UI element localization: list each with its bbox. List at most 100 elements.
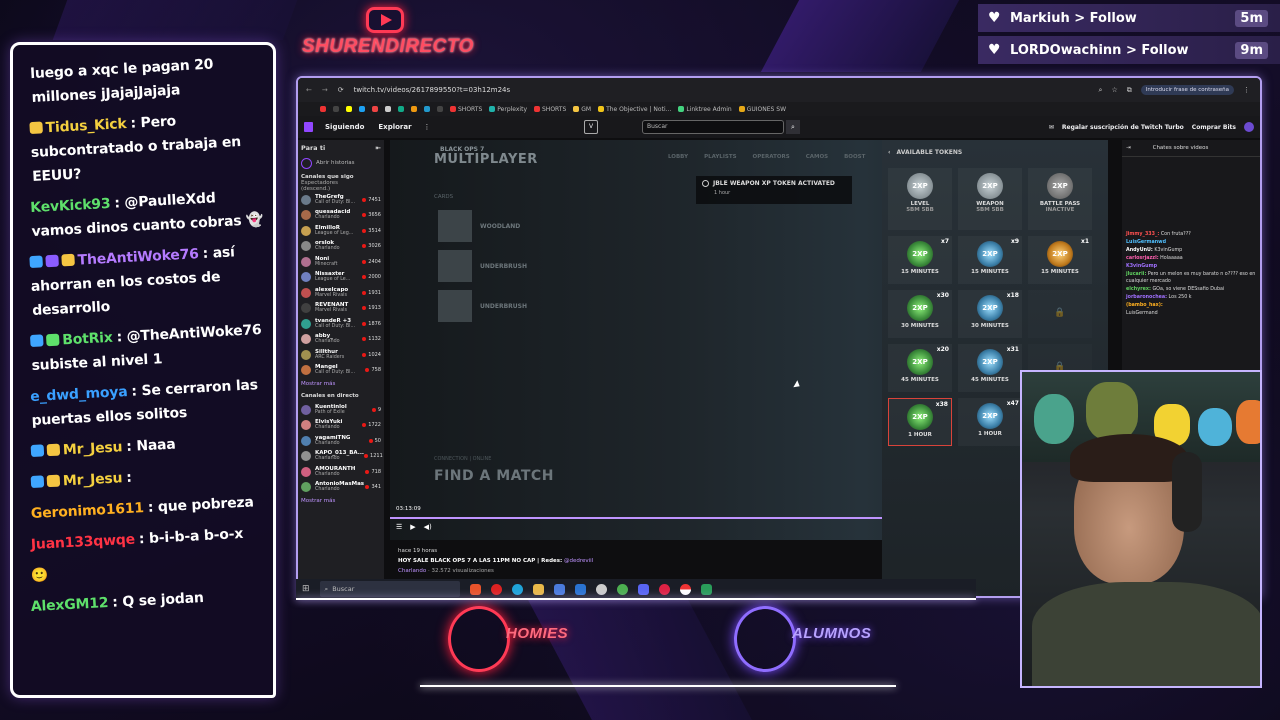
chat-username[interactable]: Geronimo1611 — [31, 500, 145, 522]
bookmark-item[interactable]: GUIONES SW — [738, 106, 786, 113]
stories-icon[interactable] — [301, 157, 312, 169]
sidebar-channel[interactable]: KAPO_013_BA... Charlando 1211 — [298, 449, 384, 465]
twitch-logo-icon[interactable] — [304, 122, 313, 132]
collapse-icon[interactable]: ⇤ — [376, 144, 381, 152]
bookmark-favicon-icon[interactable] — [346, 106, 352, 112]
sidebar-channel[interactable]: AMOURANTH Charlando 718 — [298, 464, 384, 480]
vod-chat-username[interactable]: jlucarii: — [1126, 272, 1146, 277]
sidebar-channel[interactable]: orslok Charlando 3026 — [298, 239, 384, 255]
xp-token-card[interactable]: 2XP 15 MINUTES x9 — [958, 236, 1022, 284]
chat-username[interactable]: Tidus_Kick — [45, 116, 127, 136]
sidebar-channel[interactable]: yagamiTNG Charlando 50 — [298, 433, 384, 449]
game-mode-card[interactable]: UNDERBRUSH — [438, 288, 588, 324]
followed-sort[interactable]: Espectadores (descend.) — [301, 180, 349, 192]
chat-username[interactable]: e_dwd_moya — [30, 384, 128, 405]
pokeball-icon[interactable] — [679, 583, 691, 595]
twitch-search-input[interactable]: Buscar — [642, 120, 784, 134]
reload-icon[interactable]: ⟳ — [338, 86, 344, 94]
xp-token-card[interactable]: 2XP 1 HOUR x47 — [958, 398, 1022, 446]
app-icon[interactable] — [658, 583, 670, 595]
back-arrow-icon[interactable]: ‹ — [888, 149, 890, 156]
sidebar-channel[interactable]: alexelcapo Marvel Rivals 1931 — [298, 285, 384, 301]
taskbar-search-input[interactable]: ⌕ Buscar — [319, 581, 460, 597]
store-icon[interactable] — [553, 583, 565, 595]
nav-browse[interactable]: Explorar — [378, 123, 411, 131]
sidebar-channel[interactable]: Mangel Call of Duty: Bl... 758 — [298, 363, 384, 379]
chat-username[interactable]: Juan133qwqe — [31, 532, 136, 553]
token-card-top[interactable]: 2XP BATTLE PASS INACTIVE — [1028, 168, 1092, 230]
bookmark-favicon-icon[interactable] — [437, 106, 443, 112]
back-icon[interactable]: ← — [306, 86, 312, 94]
bookmark-item[interactable]: SHORTS — [450, 106, 482, 113]
game-tab[interactable]: BOOST — [844, 154, 865, 160]
vod-chat-username[interactable]: jorbaronochea: — [1126, 295, 1167, 300]
game-tab[interactable]: LOBBY — [668, 154, 688, 160]
menu-icon[interactable]: ⋮ — [1243, 86, 1250, 94]
bookmark-favicon-icon[interactable] — [411, 106, 417, 112]
show-more-link[interactable]: Mostrar más — [298, 495, 384, 507]
xp-token-card[interactable]: 🔒 — [1028, 290, 1092, 338]
turbo-link[interactable]: Regalar suscripción de Twitch Turbo — [1062, 124, 1184, 131]
collapse-chat-icon[interactable]: ⇥ — [1126, 145, 1131, 151]
sidebar-channel[interactable]: Sillthur ARC Raiders 1024 — [298, 347, 384, 363]
chat-username[interactable]: KevKick93 — [30, 196, 111, 216]
bits-button[interactable]: Comprar Bits — [1192, 124, 1236, 131]
chrome-icon[interactable] — [616, 583, 628, 595]
vod-chat-username[interactable]: elchyrex: — [1126, 287, 1151, 292]
windows-start-icon[interactable]: ⊞ — [302, 584, 310, 594]
nav-following[interactable]: Siguiendo — [325, 123, 364, 131]
sidebar-channel[interactable]: quesadacid Charlando 3656 — [298, 208, 384, 224]
search-button-icon[interactable]: ⌕ — [786, 120, 800, 134]
extensions-icon[interactable]: ⧉ — [1127, 86, 1132, 95]
game-mode-card[interactable]: WOODLAND — [438, 208, 588, 244]
sidebar-channel[interactable]: Kuentinlol Path of Exile 9 — [298, 402, 384, 418]
sidebar-channel[interactable]: abby_ Charlando 1132 — [298, 332, 384, 348]
vod-chat-username[interactable]: AndyUnU: — [1126, 248, 1153, 253]
discord-icon[interactable] — [637, 583, 649, 595]
mail-icon[interactable] — [574, 583, 586, 595]
xp-token-card[interactable]: 2XP 1 HOUR x38 — [888, 398, 952, 446]
xp-token-card[interactable]: 2XP 45 MINUTES x31 — [958, 344, 1022, 392]
url-field[interactable]: twitch.tv/videos/2617899550?t=03h12m24s — [354, 86, 511, 94]
xp-token-card[interactable]: 2XP 30 MINUTES x18 — [958, 290, 1022, 338]
bookmark-favicon-icon[interactable] — [333, 106, 339, 112]
token-card-top[interactable]: 2XP WEAPON 5BM 5BB — [958, 168, 1022, 230]
sidebar-channel[interactable]: Nissaxter League of Le... 2000 — [298, 270, 384, 286]
vod-chat-username[interactable]: Jimmy_333_: — [1126, 232, 1159, 237]
notifications-icon[interactable]: ✉ — [1049, 124, 1054, 131]
sidebar-channel[interactable]: REVENANT Marvel Rivals 1913 — [298, 301, 384, 317]
sidebar-channel[interactable]: TheGrefg Call of Duty: Bl... 7451 — [298, 192, 384, 208]
brave-icon[interactable] — [469, 583, 481, 595]
folder-icon[interactable] — [532, 583, 544, 595]
sidebar-channel[interactable]: ElmilloR League of Leg... 3514 — [298, 223, 384, 239]
sidebar-channel[interactable]: Noni Minecraft 2404 — [298, 254, 384, 270]
chat-username[interactable]: Mr_Jesu — [63, 470, 123, 489]
bookmark-item[interactable]: Perplexity — [489, 106, 527, 113]
bookmark-item[interactable]: GM — [573, 106, 591, 113]
find-match-button[interactable]: FIND A MATCH — [434, 468, 554, 484]
forward-icon[interactable]: → — [322, 86, 328, 94]
game-tab[interactable]: CAMOS — [806, 154, 828, 160]
category-link[interactable]: Charlando — [398, 568, 426, 574]
app-icon[interactable] — [700, 583, 712, 595]
app-icon[interactable] — [595, 583, 607, 595]
profile-icon[interactable]: V — [584, 120, 598, 134]
chat-username[interactable]: Mr_Jesu — [63, 439, 123, 458]
show-more-link[interactable]: Mostrar más — [298, 378, 384, 390]
bookmark-item[interactable]: The Objective | Noti... — [598, 106, 671, 113]
chat-username[interactable]: AlexGM12 — [31, 595, 109, 615]
game-tab[interactable]: PLAYLISTS — [704, 154, 736, 160]
xp-token-card[interactable]: 2XP 15 MINUTES x7 — [888, 236, 952, 284]
xp-token-card[interactable]: 2XP 15 MINUTES x1 — [1028, 236, 1092, 284]
game-tab[interactable]: OPERATORS — [753, 154, 790, 160]
vod-chat-username[interactable]: carlosrjazzl: — [1126, 256, 1159, 261]
game-mode-card[interactable]: UNDERBRUSH — [438, 248, 588, 284]
bookmark-item[interactable]: Linktree Admin — [678, 106, 732, 113]
bookmark-favicon-icon[interactable] — [385, 106, 391, 112]
open-history-link[interactable]: Abrir historias — [316, 160, 354, 166]
sidebar-channel[interactable]: ElvisYuki Charlando 1722 — [298, 418, 384, 434]
token-card-top[interactable]: 2XP LEVEL 5BM 5BB — [888, 168, 952, 230]
bookmark-favicon-icon[interactable] — [320, 106, 326, 112]
more-icon[interactable]: ⋮ — [424, 123, 431, 131]
bookmark-favicon-icon[interactable] — [398, 106, 404, 112]
